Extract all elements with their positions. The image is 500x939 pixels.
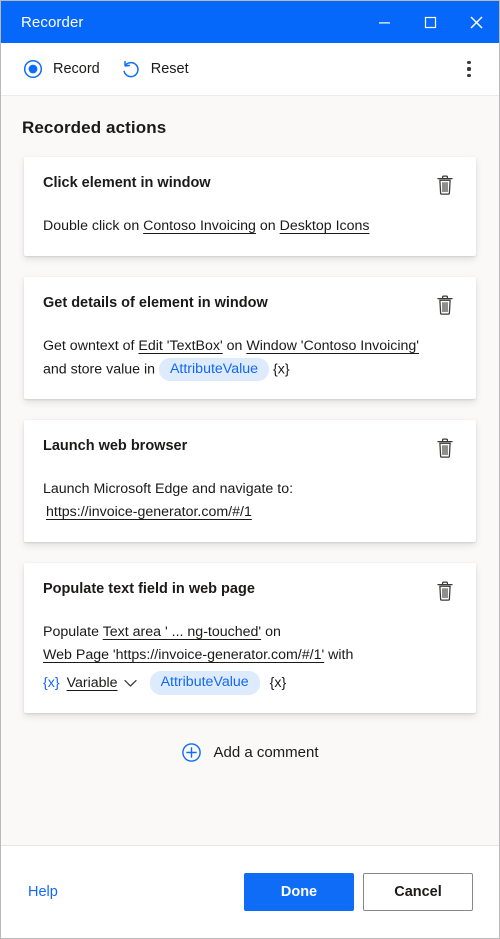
action-card[interactable]: Launch web browser Launch Microsoft Edge…: [24, 420, 476, 543]
delete-action-button[interactable]: [435, 174, 457, 198]
dialog-footer: Help Done Cancel: [1, 845, 499, 938]
target-link[interactable]: Contoso Invoicing: [143, 218, 256, 234]
action-card-header: Populate text field in web page: [43, 580, 459, 604]
action-description: Get owntext of Edit 'TextBox' on Window …: [43, 335, 459, 382]
action-card-header: Get details of element in window: [43, 294, 459, 318]
page-title: Recorded actions: [22, 118, 167, 137]
variable-selector[interactable]: Variable: [67, 672, 118, 695]
desc-line: Get owntext of Edit 'TextBox' on Window …: [43, 335, 459, 358]
desc-text: Populate: [43, 624, 103, 641]
ellipsis-dot: [467, 67, 471, 71]
target-link[interactable]: Text area ' ... ng-touched': [103, 624, 261, 640]
trash-icon: [437, 581, 453, 602]
record-button[interactable]: Record: [17, 53, 109, 85]
recorder-window: Recorder Record Reset Recorded actions C…: [0, 0, 500, 939]
desc-text: on: [255, 218, 280, 234]
action-title: Click element in window: [43, 175, 211, 191]
add-comment-button[interactable]: Add a comment: [24, 734, 476, 773]
ellipsis-dot: [467, 61, 471, 65]
trash-icon: [437, 295, 453, 315]
delete-action-button[interactable]: [435, 580, 457, 604]
target-link[interactable]: Web Page 'https://invoice-generator.com/…: [43, 647, 324, 663]
desc-text: on: [222, 338, 247, 354]
footer-buttons: Done Cancel: [244, 873, 473, 911]
variable-pill[interactable]: AttributeValue: [158, 358, 270, 382]
reset-label: Reset: [150, 61, 189, 77]
target-link[interactable]: Edit 'TextBox': [138, 338, 222, 354]
trash-icon: [437, 175, 453, 195]
target-link[interactable]: Desktop Icons: [280, 218, 370, 234]
cancel-button[interactable]: Cancel: [363, 873, 473, 911]
recorded-actions-panel: Recorded actions Click element in window: [1, 96, 499, 845]
record-label: Record: [53, 61, 100, 77]
ellipsis-dot: [467, 73, 471, 77]
title-bar: Recorder: [1, 1, 499, 43]
desc-line: Web Page 'https://invoice-generator.com/…: [43, 644, 459, 667]
variable-token-icon: {x}: [43, 674, 60, 691]
close-icon: [469, 15, 483, 29]
action-description: Double click on Contoso Invoicing on Des…: [43, 215, 459, 238]
reset-icon: [120, 58, 142, 80]
window-controls: [361, 1, 499, 43]
desc-text: and store value in: [43, 361, 159, 378]
window-title: Recorder: [21, 13, 84, 31]
action-card-header: Launch web browser: [43, 437, 459, 461]
action-card[interactable]: Populate text field in web page Populate…: [24, 563, 476, 713]
more-options-button[interactable]: [453, 53, 485, 85]
maximize-icon: [424, 16, 436, 28]
minimize-icon: [378, 21, 390, 23]
variable-pill[interactable]: AttributeValue: [149, 671, 260, 695]
target-link[interactable]: Window 'Contoso Invoicing': [246, 338, 419, 354]
variable-row: {x} Variable AttributeValue {x}: [43, 671, 459, 695]
desc-line: Launch Microsoft Edge and navigate to:: [43, 481, 294, 498]
delete-action-button[interactable]: [435, 294, 457, 318]
desc-text: Double click on: [43, 218, 144, 234]
reset-button[interactable]: Reset: [115, 53, 198, 85]
action-title: Populate text field in web page: [43, 581, 255, 598]
variable-token-icon: {x}: [272, 361, 290, 378]
record-icon: [22, 58, 44, 80]
help-link[interactable]: Help: [28, 884, 58, 900]
action-description: Launch Microsoft Edge and navigate to: h…: [43, 478, 459, 524]
action-card[interactable]: Get details of element in window Get own…: [24, 277, 476, 400]
close-button[interactable]: [453, 1, 499, 43]
desc-text: on: [261, 624, 281, 641]
action-card[interactable]: Click element in window Double click on …: [24, 157, 476, 256]
desc-text: with: [324, 647, 354, 664]
action-card-header: Click element in window: [43, 174, 459, 198]
trash-icon: [437, 438, 453, 459]
add-circle-icon: [181, 742, 202, 763]
desc-text: Get owntext of: [43, 338, 139, 354]
desc-line: and store value in AttributeValue {x}: [43, 358, 459, 382]
toolbar: Record Reset: [1, 43, 499, 96]
actions-list: Click element in window Double click on …: [1, 138, 499, 773]
url-link[interactable]: https://invoice-generator.com/#/1: [46, 501, 459, 524]
action-description: Populate Text area ' ... ng-touched' on …: [43, 621, 459, 695]
maximize-button[interactable]: [407, 1, 453, 43]
done-button[interactable]: Done: [244, 873, 354, 911]
delete-action-button[interactable]: [435, 437, 457, 461]
chevron-down-icon[interactable]: [118, 673, 144, 693]
minimize-button[interactable]: [361, 1, 407, 43]
desc-line: Populate Text area ' ... ng-touched' on: [43, 621, 459, 644]
variable-token-icon: {x}: [269, 674, 287, 691]
add-comment-label: Add a comment: [213, 743, 319, 761]
action-title: Get details of element in window: [43, 295, 268, 311]
action-title: Launch web browser: [43, 438, 188, 455]
